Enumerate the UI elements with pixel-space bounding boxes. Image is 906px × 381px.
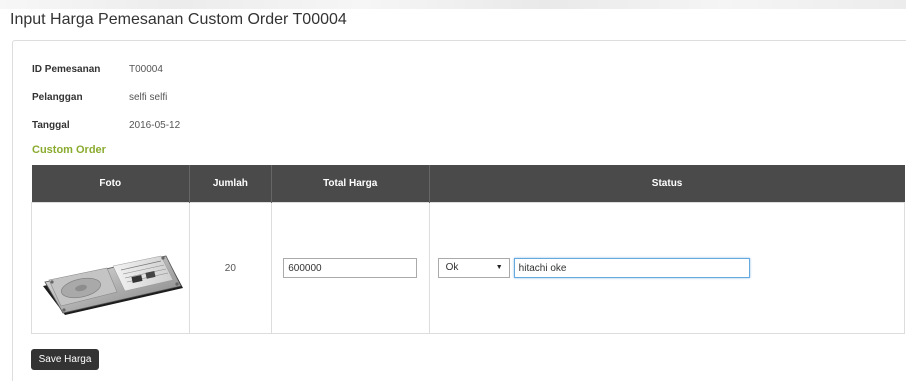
id-label: ID Pemesanan <box>32 64 101 75</box>
hard-drive-image <box>43 255 184 315</box>
status-note-input[interactable] <box>513 258 750 278</box>
status-controls: Ok ▼ <box>430 258 904 278</box>
total-price-input[interactable] <box>283 258 418 278</box>
custom-order-table: Foto Jumlah Total Harga Status 20 600000… <box>31 165 906 334</box>
status-select[interactable]: Ok ▼ <box>437 258 510 278</box>
save-price-button[interactable]: Save Harga <box>31 349 99 370</box>
status-cell: Ok ▼ <box>428 202 906 334</box>
header-foto: Foto <box>31 165 190 203</box>
table-row: 20 Ok ▼ <box>31 202 906 334</box>
page-title: Input Harga Pemesanan Custom Order T0000… <box>10 11 347 28</box>
header-jumlah: Jumlah <box>188 165 272 203</box>
status-selected-value: Ok <box>445 262 459 273</box>
customer-value: selfi selfi <box>129 92 168 103</box>
id-value: T00004 <box>129 64 163 75</box>
total-price-cell <box>270 202 430 334</box>
table-header-row: Foto Jumlah Total Harga Status <box>31 165 905 203</box>
header-status: Status <box>428 165 905 203</box>
chevron-down-icon: ▼ <box>495 264 503 271</box>
date-value: 2016-05-12 <box>129 120 181 131</box>
quantity-cell: 20 <box>188 202 272 334</box>
quantity-value: 20 <box>224 262 236 274</box>
date-label: Tanggal <box>32 120 70 131</box>
photo-cell <box>31 202 190 334</box>
header-total-harga: Total Harga <box>270 165 430 203</box>
customer-label: Pelanggan <box>32 92 83 103</box>
top-background-strip <box>0 0 906 9</box>
section-title: Custom Order <box>32 144 106 156</box>
